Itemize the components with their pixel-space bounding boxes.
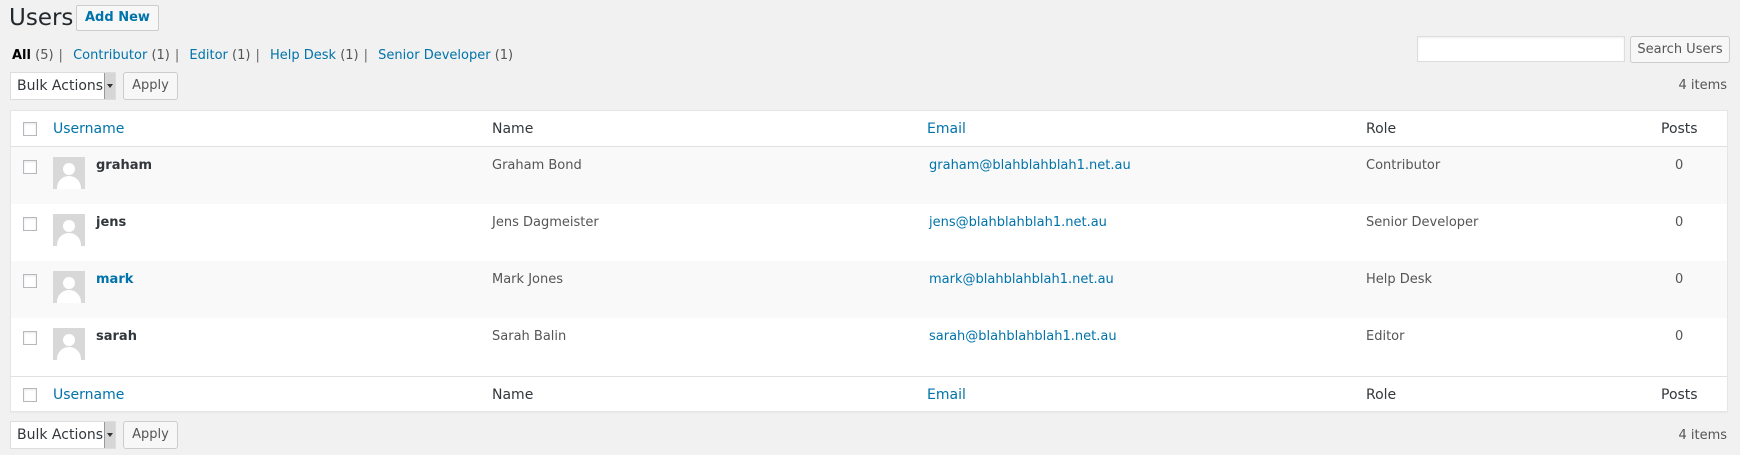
avatar (53, 328, 85, 360)
username-link[interactable]: jens (96, 215, 126, 230)
search-users-button[interactable]: Search Users (1630, 36, 1730, 63)
post-count[interactable]: 0 (1675, 158, 1683, 173)
bulk-actions-label: Bulk Actions (17, 78, 104, 94)
post-count[interactable]: 0 (1675, 272, 1683, 287)
email-link[interactable]: sarah@blahblahblah1.net.au (929, 329, 1117, 344)
filter-contributor[interactable]: Contributor (1) (73, 48, 170, 63)
bulk-actions-label: Bulk Actions (17, 427, 104, 443)
username-link[interactable]: graham (96, 158, 152, 173)
column-email[interactable]: Email (927, 377, 966, 413)
column-role: Role (1366, 387, 1397, 403)
email-link[interactable]: jens@blahblahblah1.net.au (929, 215, 1107, 230)
column-posts: Posts (1661, 121, 1698, 137)
avatar (53, 271, 85, 303)
apply-button-top[interactable]: Apply (123, 72, 178, 100)
email-link[interactable]: mark@blahblahblah1.net.au (929, 272, 1114, 287)
bulk-actions-select-bottom[interactable]: Bulk Actions (10, 421, 116, 449)
filter-separator: | (255, 48, 260, 63)
table-row: jens Jens Dagmeister jens@blahblahblah1.… (11, 204, 1727, 261)
column-posts: Posts (1661, 387, 1698, 403)
filter-separator: | (174, 48, 180, 63)
filter-senior-developer[interactable]: Senior Developer (1) (378, 48, 513, 63)
items-count-top: 4 items (1678, 78, 1727, 93)
email-link[interactable]: graham@blahblahblah1.net.au (929, 158, 1131, 173)
username-link[interactable]: mark (96, 272, 133, 287)
role-filter-links: All (5) | Contributor (1) | Editor (1) | He… (12, 48, 513, 63)
dropdown-arrow-icon (104, 422, 115, 448)
post-count[interactable]: 0 (1675, 215, 1683, 230)
user-role: Contributor (1366, 158, 1441, 173)
column-email[interactable]: Email (927, 111, 966, 147)
table-header: Username Name Email Role Posts (11, 111, 1727, 147)
row-checkbox[interactable] (23, 217, 37, 231)
column-username[interactable]: Username (53, 111, 124, 147)
column-name: Name (492, 387, 534, 403)
column-role: Role (1366, 121, 1397, 137)
row-checkbox[interactable] (23, 160, 37, 174)
users-table: Username Name Email Role Posts graham Gr… (10, 110, 1728, 412)
select-all-checkbox[interactable] (23, 388, 37, 402)
row-checkbox[interactable] (23, 274, 37, 288)
user-name: Sarah Balin (492, 329, 567, 344)
column-name: Name (492, 121, 534, 137)
table-row: graham Graham Bond graham@blahblahblah1.… (11, 147, 1727, 204)
apply-button-bottom[interactable]: Apply (123, 421, 178, 449)
table-row: sarah Sarah Balin sarah@blahblahblah1.ne… (11, 318, 1727, 375)
dropdown-arrow-icon (104, 73, 115, 99)
add-new-button[interactable]: Add New (76, 5, 159, 31)
table-footer: Username Name Email Role Posts (11, 376, 1727, 412)
username-link[interactable]: sarah (96, 329, 137, 344)
avatar (53, 157, 85, 189)
bulk-actions-select-top[interactable]: Bulk Actions (10, 72, 116, 100)
avatar (53, 214, 85, 246)
user-role: Editor (1366, 329, 1405, 344)
filter-help-desk[interactable]: Help Desk (1) (270, 48, 359, 63)
user-name: Jens Dagmeister (492, 215, 599, 230)
column-username[interactable]: Username (53, 377, 124, 413)
filter-separator: | (363, 48, 369, 63)
table-row: mark Mark Jones mark@blahblahblah1.net.a… (11, 261, 1727, 318)
select-all-checkbox[interactable] (23, 122, 37, 136)
post-count[interactable]: 0 (1675, 329, 1683, 344)
row-checkbox[interactable] (23, 331, 37, 345)
user-role: Senior Developer (1366, 215, 1479, 230)
user-name: Graham Bond (492, 158, 582, 173)
user-role: Help Desk (1366, 272, 1433, 287)
filter-editor[interactable]: Editor (1) (189, 48, 250, 63)
filter-separator: | (58, 48, 63, 63)
page-title: Users (9, 5, 74, 31)
user-name: Mark Jones (492, 272, 563, 287)
filter-all[interactable]: All (5) (12, 48, 54, 63)
items-count-bottom: 4 items (1678, 428, 1727, 443)
search-input[interactable] (1417, 36, 1625, 62)
